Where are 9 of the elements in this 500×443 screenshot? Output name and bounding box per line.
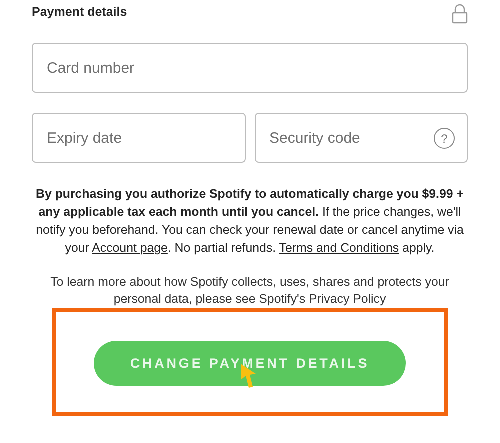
padlock-icon — [452, 4, 468, 24]
legal-text: By purchasing you authorize Spotify to automatically charge you $9.99 + any applicable tax each month until you cancel. If the price changes, we'll notify you beforehand. You can check your renewal date or cancel anytime via your Account page. No partial refunds. Terms and Conditions apply. — [35, 186, 465, 257]
link[interactable]: Terms and Conditions — [279, 241, 400, 255]
link[interactable]: Account page — [92, 241, 168, 255]
section-title: Payment details — [32, 5, 128, 19]
help-icon[interactable]: ? — [434, 128, 455, 149]
card-number-field[interactable]: Card number — [32, 43, 468, 93]
privacy-text: To learn more about how Spotify collects, uses, shares and protects your personal data, please see Spotify's Privacy Policy — [50, 274, 450, 308]
expiry-date-field[interactable]: Expiry date — [32, 113, 246, 163]
